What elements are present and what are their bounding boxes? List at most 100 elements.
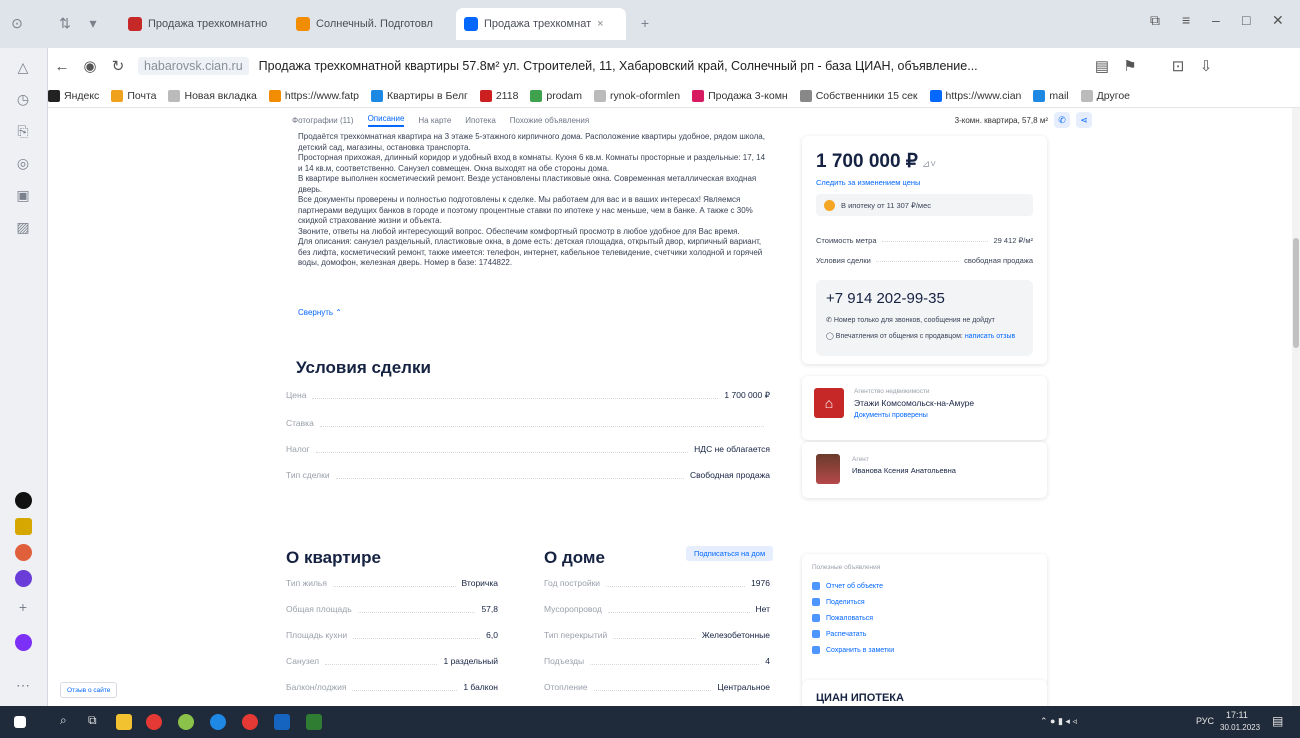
protect-icon[interactable]: ◉ — [76, 57, 104, 75]
agent-card[interactable]: Агент Иванова Ксения Анатольевна — [802, 442, 1047, 498]
bookmark-favicon-icon — [594, 89, 607, 102]
agency-card[interactable]: ⌂ Агентство недвижимости Этажи Комсомоль… — [802, 376, 1047, 440]
bookmark-item[interactable]: prodam — [530, 89, 582, 102]
app-leaf-icon[interactable] — [178, 714, 194, 730]
link-report[interactable]: Отчет об объекте — [812, 582, 883, 590]
phone-number[interactable]: +7 914 202-99-35 — [826, 290, 945, 307]
edge-icon[interactable] — [210, 714, 226, 730]
tab-list-icon[interactable]: ▾ — [82, 12, 104, 34]
yandex-browser-icon[interactable] — [242, 714, 258, 730]
tab-1[interactable]: Продажа трехкомнатно — [120, 8, 285, 40]
subnav-map[interactable]: На карте — [418, 116, 451, 125]
start-icon[interactable] — [14, 716, 26, 728]
bookmark-item[interactable]: Собственники 15 сек — [799, 89, 918, 102]
tray-icons[interactable]: ⌃ ● ▮ ◂ ◃ — [1040, 716, 1077, 727]
download-icon[interactable]: ⇩ — [1192, 57, 1220, 75]
bookmark-item[interactable]: Другое — [1080, 89, 1130, 102]
menu-icon[interactable]: ≡ — [1182, 12, 1190, 28]
close-tab-icon[interactable]: × — [597, 18, 603, 30]
address-bar[interactable]: habarovsk.cian.ru Продажа трехкомнатной … — [138, 57, 1038, 75]
word-icon[interactable] — [274, 714, 290, 730]
collapse-link[interactable]: Свернуть ⌃ — [298, 308, 342, 317]
description-paragraph: Все документы проверены и полностью подг… — [298, 195, 753, 225]
extensions-icon[interactable]: ⊡ — [1164, 57, 1192, 75]
deal-label: Тип сделки — [286, 470, 330, 480]
clock-time[interactable]: 17:11 — [1226, 710, 1248, 720]
tab-2[interactable]: Солнечный. Подготовл — [288, 8, 453, 40]
back-icon[interactable]: ← — [48, 58, 76, 75]
bookmarks-window-icon[interactable]: ⧉ — [1150, 12, 1160, 29]
link-share[interactable]: Поделиться — [812, 598, 865, 606]
share-icon[interactable]: ⋖ — [1076, 112, 1092, 128]
note-icon — [812, 646, 820, 654]
add-app-icon[interactable]: + — [12, 596, 34, 618]
link-print[interactable]: Распечатать — [812, 630, 866, 638]
follow-price-link[interactable]: Следить за изменением цены — [816, 178, 920, 187]
scrollbar-thumb[interactable] — [1293, 238, 1299, 348]
new-tab-icon[interactable]: + — [634, 12, 656, 34]
clock-date[interactable]: 30.01.2023 — [1220, 723, 1260, 732]
page-scrollbar[interactable] — [1292, 108, 1300, 706]
bookmark-item[interactable]: rynok-oformlen — [594, 89, 680, 102]
app-purple-icon[interactable] — [15, 570, 32, 587]
bookmark-item[interactable]: Почта — [111, 89, 156, 102]
tab-3-active[interactable]: Продажа трехкомнат × — [456, 8, 626, 40]
cian-mortgage-card[interactable]: ЦИАН ИПОТЕКА — [802, 680, 1047, 706]
bookmark-item[interactable]: 2118 — [479, 89, 518, 102]
close-window-icon[interactable]: ✕ — [1272, 12, 1284, 29]
yandex-icon[interactable] — [146, 714, 162, 730]
history-icon[interactable]: ◷ — [12, 88, 34, 110]
link-complain[interactable]: Пожаловаться — [812, 614, 873, 622]
collections-icon[interactable]: ⎘ — [12, 120, 34, 142]
alice-assistant-icon[interactable] — [15, 634, 32, 651]
browser-menu-icon[interactable]: ⊙ — [6, 12, 28, 34]
alice-icon[interactable]: △ — [12, 56, 34, 78]
explorer-icon[interactable] — [116, 714, 132, 730]
task-view-icon[interactable]: ⧉ — [88, 713, 97, 728]
reader-icon[interactable]: ▤ — [1088, 57, 1116, 75]
agency-name[interactable]: Этажи Комсомольск-на-Амуре — [854, 398, 974, 408]
bookmark-icon[interactable]: ⚑ — [1116, 57, 1144, 75]
app-yellow-icon[interactable] — [15, 518, 32, 535]
bookmark-item[interactable]: Новая вкладка — [168, 89, 257, 102]
images-icon[interactable]: ▨ — [12, 216, 34, 238]
site-feedback-button[interactable]: Отзыв о сайте — [60, 682, 118, 698]
subnav-photos[interactable]: Фотографии (11) — [292, 116, 354, 125]
tab-nav-icon[interactable]: ⇅ — [54, 12, 76, 34]
bookmark-favicon-icon — [48, 89, 60, 102]
subscribe-house-button[interactable]: Подписаться на дом — [686, 546, 774, 561]
excel-icon[interactable] — [306, 714, 322, 730]
bookmark-favicon-icon — [799, 89, 812, 102]
app-heart-icon[interactable] — [15, 544, 32, 561]
search-icon[interactable]: ⌕ — [60, 713, 67, 728]
bookmark-item[interactable]: https://www.fatp — [268, 89, 359, 102]
reload-icon[interactable]: ↻ — [104, 57, 132, 75]
mortgage-badge[interactable]: В ипотеку от 11 307 ₽/мес — [816, 194, 1033, 216]
bookmark-item[interactable]: Продажа 3-комн — [692, 89, 788, 102]
language-indicator[interactable]: РУС — [1196, 716, 1214, 726]
agent-name[interactable]: Иванова Ксения Анатольевна — [852, 466, 956, 475]
site-favicon-icon — [296, 17, 310, 31]
bookmark-item[interactable]: mail — [1033, 89, 1069, 102]
play-icon[interactable]: ◎ — [12, 152, 34, 174]
minimize-icon[interactable]: – — [1212, 12, 1220, 28]
link-note[interactable]: Сохранить в заметки — [812, 646, 894, 654]
complain-icon — [812, 614, 820, 622]
house-row: Год постройки 1976 — [544, 576, 770, 590]
price-chart-icon[interactable]: ⊿˅ — [922, 159, 936, 170]
app-black-icon[interactable] — [15, 492, 32, 509]
subnav-description[interactable]: Описание — [367, 114, 405, 127]
notifications-icon[interactable]: ▤ — [1272, 714, 1283, 728]
phone-icon[interactable]: ✆ — [1054, 112, 1070, 128]
review-link[interactable]: написать отзыв — [965, 333, 1015, 340]
bookmark-item[interactable]: Квартиры в Белг — [370, 89, 468, 102]
bookmark-item[interactable]: Яндекс — [48, 89, 99, 102]
maximize-icon[interactable]: □ — [1242, 12, 1250, 28]
more-icon[interactable]: ⋯ — [12, 674, 34, 696]
notes-icon[interactable]: ▣ — [12, 184, 34, 206]
bookmark-item[interactable]: https://www.cian — [929, 89, 1021, 102]
print-icon — [812, 630, 820, 638]
subnav-similar[interactable]: Похожие объявления — [510, 116, 589, 125]
house-label: Тип перекрытий — [544, 630, 608, 640]
subnav-mortgage[interactable]: Ипотека — [465, 116, 496, 125]
